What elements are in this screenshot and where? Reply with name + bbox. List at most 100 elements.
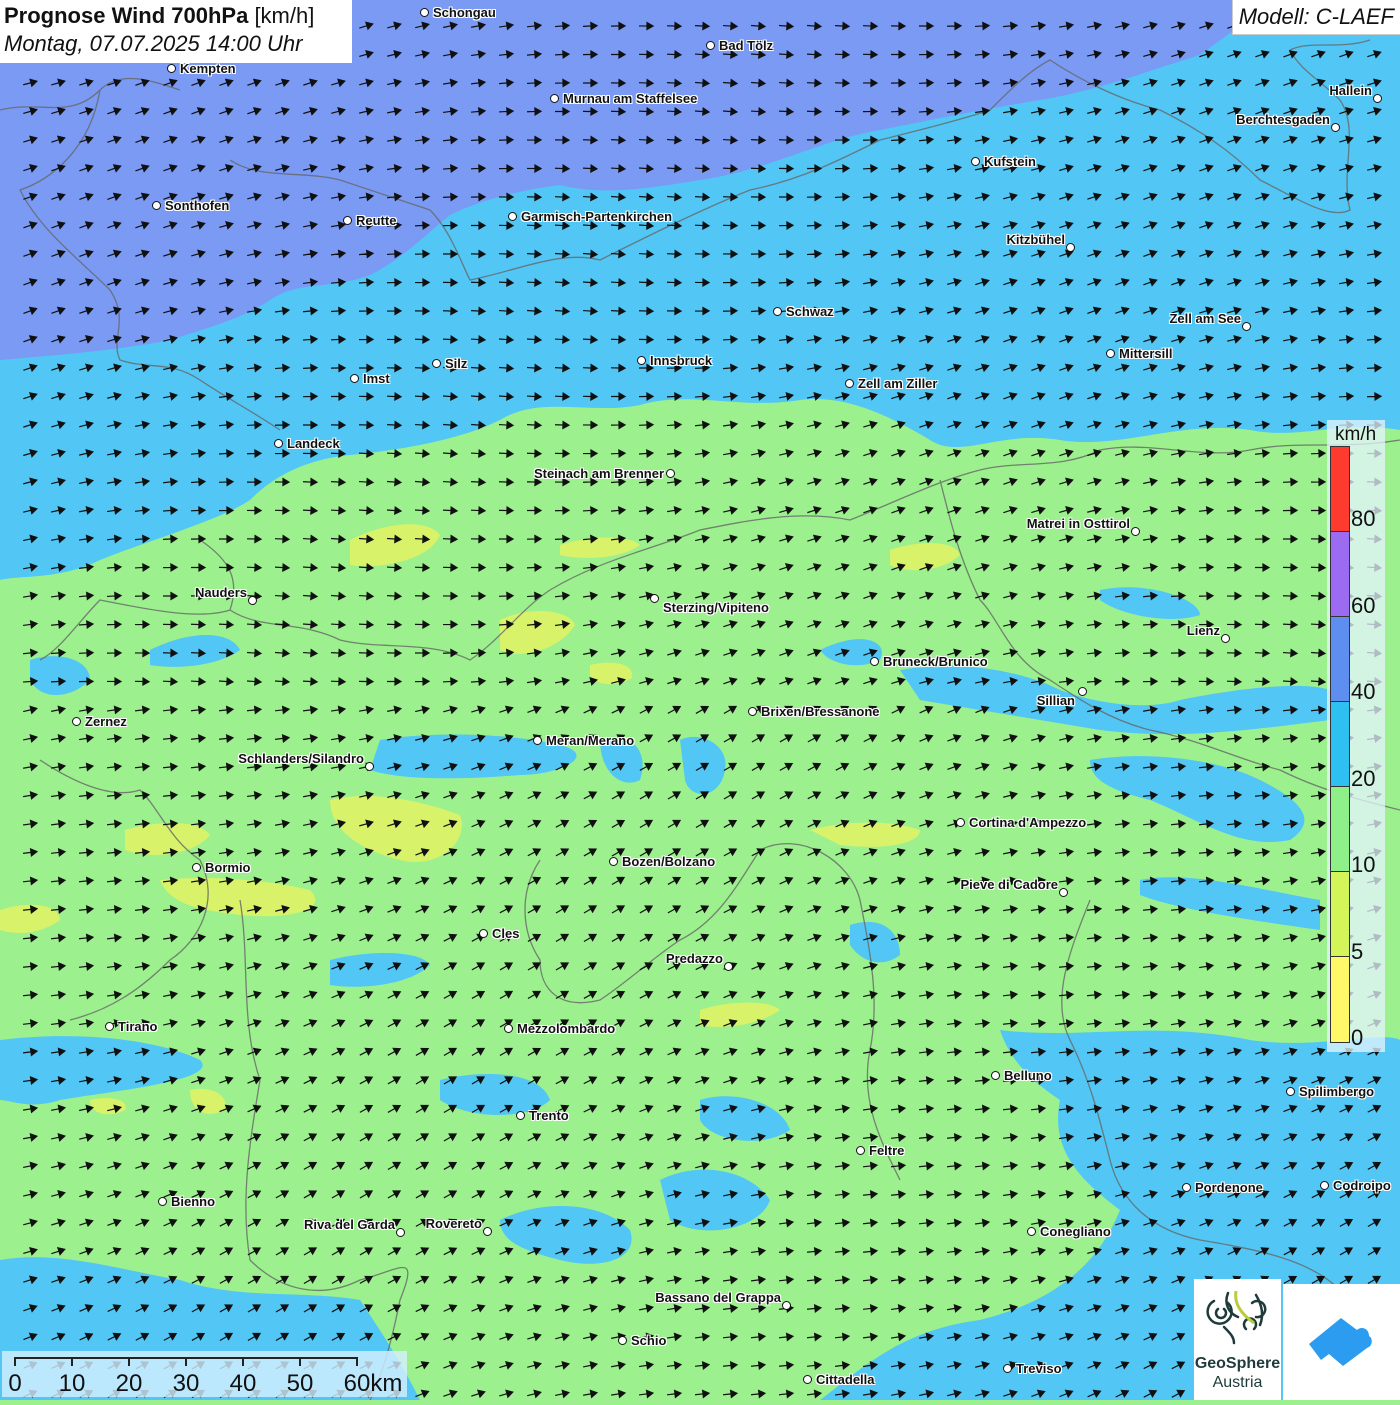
city-label: Silz (445, 356, 468, 371)
city-marker-icon (650, 594, 659, 603)
city-marker-icon (971, 157, 980, 166)
city-marker-icon (508, 212, 517, 221)
city-label: Landeck (287, 436, 340, 451)
city-label: Schio (631, 1333, 667, 1348)
city-label: Zell am Ziller (858, 376, 938, 391)
city-marker-icon (956, 818, 965, 827)
city-marker-icon (1106, 349, 1115, 358)
city-label: Spilimbergo (1299, 1084, 1375, 1099)
city-label: Rovereto (425, 1216, 482, 1231)
geosphere-emblem-icon (1206, 1290, 1267, 1345)
city-marker-icon (609, 857, 618, 866)
scale-label: 20 (115, 1370, 143, 1397)
city-marker-icon (158, 1197, 167, 1206)
legend-swatch (1331, 447, 1349, 532)
city-label: Bassano del Grappa (655, 1290, 781, 1305)
city-label: Sonthofen (165, 198, 230, 213)
city-label: Mezzolombardo (517, 1021, 616, 1036)
geosphere-logo: GeoSphere Austria (1194, 1279, 1281, 1400)
scale-label: 10 (58, 1370, 86, 1397)
city-label: Schongau (433, 5, 496, 20)
city-label: Zernez (85, 714, 127, 729)
title-unit: [km/h] (254, 3, 315, 28)
scale-tick (14, 1357, 16, 1366)
city-marker-icon (666, 469, 675, 478)
city-marker-icon (72, 717, 81, 726)
city-marker-icon (350, 374, 359, 383)
legend-tick-label: 40 (1351, 679, 1376, 704)
city-marker-icon (1078, 687, 1087, 696)
city-marker-icon (396, 1228, 405, 1237)
city-label: Sterzing/Vipiteno (663, 600, 769, 615)
app-logo[interactable] (1283, 1284, 1400, 1400)
legend-unit: km/h (1335, 424, 1377, 445)
city-marker-icon (1286, 1087, 1295, 1096)
scale-tick (299, 1357, 301, 1366)
city-label: Pordenone (1195, 1180, 1263, 1195)
city-label: Zell am See (1169, 311, 1241, 326)
city-label: Bruneck/Brunico (883, 654, 988, 669)
city-label: Trento (529, 1108, 569, 1123)
city-marker-icon (637, 356, 646, 365)
city-marker-icon (1027, 1227, 1036, 1236)
city-label: Predazzo (665, 951, 723, 966)
city-marker-icon (152, 201, 161, 210)
city-marker-icon (845, 379, 854, 388)
city-label: Innsbruck (650, 353, 713, 368)
city-marker-icon (105, 1022, 114, 1031)
city-marker-icon (724, 962, 733, 971)
city-label: Cortina d'Ampezzo (969, 815, 1087, 830)
scale-label: 0 (8, 1370, 22, 1397)
city-marker-icon (167, 64, 176, 73)
city-label: Riva del Garda (303, 1217, 395, 1232)
city-label: Treviso (1016, 1361, 1062, 1376)
legend-tick-label: 60 (1351, 592, 1376, 618)
city-marker-icon (782, 1301, 791, 1310)
map-title: Prognose Wind 700hPa [km/h] (4, 3, 348, 29)
city-marker-icon (483, 1227, 492, 1236)
model-label: Modell: C-LAEF (1231, 0, 1400, 35)
city-label: Schlanders/Silandro (238, 751, 364, 766)
city-label: Bozen/Bolzano (622, 854, 716, 869)
city-marker-icon (1131, 527, 1140, 536)
scale-tick (185, 1357, 187, 1366)
city-marker-icon (1320, 1181, 1329, 1190)
city-label: Matrei in Osttirol (1026, 516, 1130, 531)
scale-label: 40 (229, 1370, 257, 1397)
city-label: Kufstein (984, 154, 1036, 169)
city-marker-icon (991, 1071, 1000, 1080)
city-label: Hallein (1329, 83, 1372, 98)
city-label: Belluno (1004, 1068, 1052, 1083)
city-label: Bad Tölz (719, 38, 774, 53)
city-label: Steinach am Brenner (533, 466, 664, 481)
city-marker-icon (1242, 322, 1251, 331)
legend-swatch (1331, 532, 1349, 617)
city-marker-icon (773, 307, 782, 316)
city-marker-icon (504, 1024, 513, 1033)
app-mountain-icon (1309, 1318, 1372, 1366)
color-legend: km/h 80 60 40 20 10 5 0 (1327, 420, 1385, 1052)
geosphere-country: Austria (1212, 1374, 1263, 1391)
city-marker-icon (1182, 1183, 1191, 1192)
city-marker-icon (550, 94, 559, 103)
city-label: Meran/Merano (546, 733, 635, 748)
scale-label: 50 (286, 1370, 314, 1397)
city-label: Tirano (118, 1019, 158, 1034)
scale-label: 60km (343, 1370, 403, 1397)
city-marker-icon (1221, 634, 1230, 643)
city-marker-icon (618, 1336, 627, 1345)
legend-tick-label: 0 (1351, 1025, 1364, 1050)
city-marker-icon (432, 359, 441, 368)
city-marker-icon (274, 439, 283, 448)
city-marker-icon (803, 1375, 812, 1384)
forecast-datetime: Montag, 07.07.2025 14:00 Uhr (4, 31, 303, 56)
legend-swatch (1331, 787, 1349, 872)
scale-tick (242, 1357, 244, 1366)
city-marker-icon (1003, 1364, 1012, 1373)
legend-swatch (1331, 872, 1349, 957)
legend-tick-label: 10 (1351, 852, 1376, 877)
city-marker-icon (248, 596, 257, 605)
city-label: Feltre (869, 1143, 905, 1158)
city-label: Berchtesgaden (1236, 112, 1330, 127)
legend-color-bar (1330, 446, 1350, 1043)
